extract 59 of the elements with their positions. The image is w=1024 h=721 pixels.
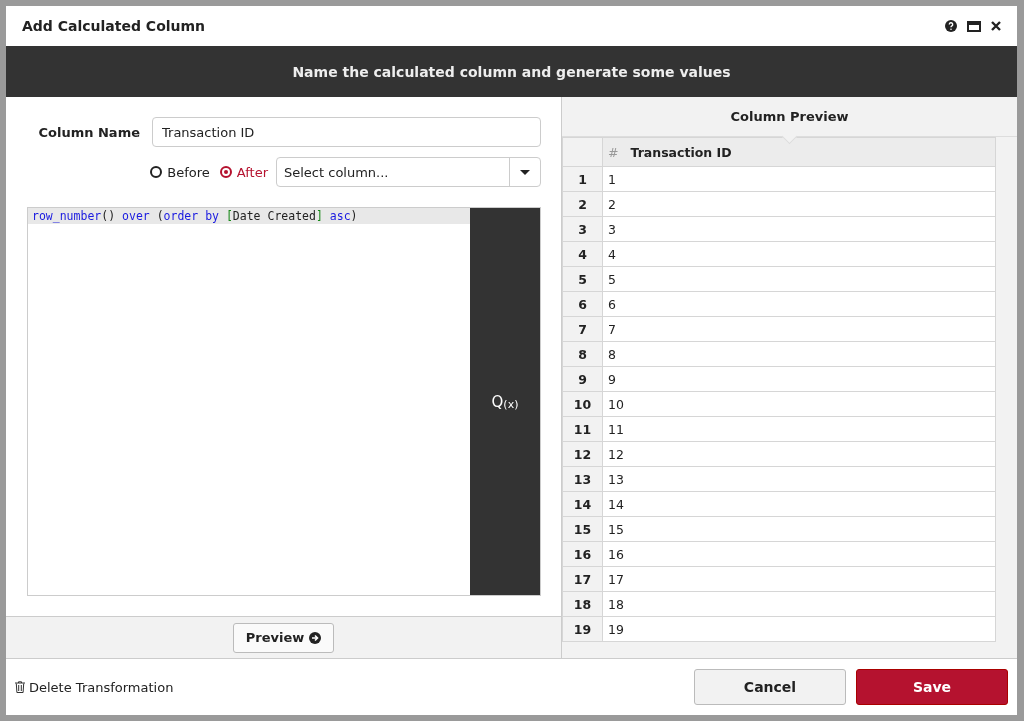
table-cell: 5 (602, 266, 996, 292)
table-cell: 16 (602, 541, 996, 567)
column-name-label: Column Name (37, 124, 140, 140)
table-cell: 8 (602, 341, 996, 367)
column-name-field[interactable]: Transaction ID (152, 117, 541, 147)
row-number: 3 (562, 216, 603, 242)
code-editor[interactable]: row_number() over (order by [Date Created] asc) (28, 208, 470, 595)
column-header: # Transaction ID (602, 137, 996, 167)
row-number: 11 (562, 416, 603, 442)
position-radio[interactable]: Before (148, 164, 212, 180)
row-number: 8 (562, 341, 603, 367)
row-number: 2 (562, 191, 603, 217)
caret-icon (520, 169, 530, 175)
table-cell: 18 (602, 591, 996, 617)
maximize-icon[interactable] (967, 20, 981, 32)
row-number: 12 (562, 441, 603, 467)
dialog-title: Add Calculated Column (22, 18, 207, 34)
table-cell: 2 (602, 191, 996, 217)
table-cell: 13 (602, 466, 996, 492)
table-cell: 6 (602, 291, 996, 317)
row-number: 17 (562, 566, 603, 592)
row-number: 19 (562, 616, 603, 642)
cancel-button[interactable]: Cancel (694, 669, 846, 705)
table-cell: 19 (602, 616, 996, 642)
table-cell: 10 (602, 391, 996, 417)
position-radio[interactable]: After (217, 164, 270, 180)
column-select[interactable]: Select column... (276, 157, 541, 187)
delete-transformation-link[interactable]: Delete Transformation (15, 679, 684, 695)
close-icon[interactable] (991, 21, 1001, 31)
row-number: 1 (562, 166, 603, 192)
row-number: 7 (562, 316, 603, 342)
table-cell: 1 (602, 166, 996, 192)
row-number: 16 (562, 541, 603, 567)
row-number: 6 (562, 291, 603, 317)
row-number: 4 (562, 241, 603, 267)
preview-title: Column Preview (730, 109, 849, 124)
arrow-circle-icon (309, 631, 322, 644)
row-number: 10 (562, 391, 603, 417)
table-cell: 9 (602, 366, 996, 392)
row-number: 18 (562, 591, 603, 617)
save-button[interactable]: Save (856, 669, 1008, 705)
row-number: 9 (562, 366, 603, 392)
trash-icon (15, 681, 25, 693)
function-button[interactable]: Q$_{(x)}$ (470, 208, 540, 595)
preview-button[interactable]: Preview (232, 622, 335, 653)
table-cell: 12 (602, 441, 996, 467)
table-cell: 17 (602, 566, 996, 592)
table-cell: 14 (602, 491, 996, 517)
table-cell: 7 (602, 316, 996, 342)
table-cell: 4 (602, 241, 996, 267)
table-cell: 15 (602, 516, 996, 542)
table-cell: 3 (602, 216, 996, 242)
row-number: 5 (562, 266, 603, 292)
row-number: 15 (562, 516, 603, 542)
instruction-text: Name the calculated column and generate some values (292, 63, 731, 80)
row-number: 13 (562, 466, 603, 492)
row-number: 14 (562, 491, 603, 517)
table-cell: 11 (602, 416, 996, 442)
help-icon[interactable] (945, 20, 957, 32)
